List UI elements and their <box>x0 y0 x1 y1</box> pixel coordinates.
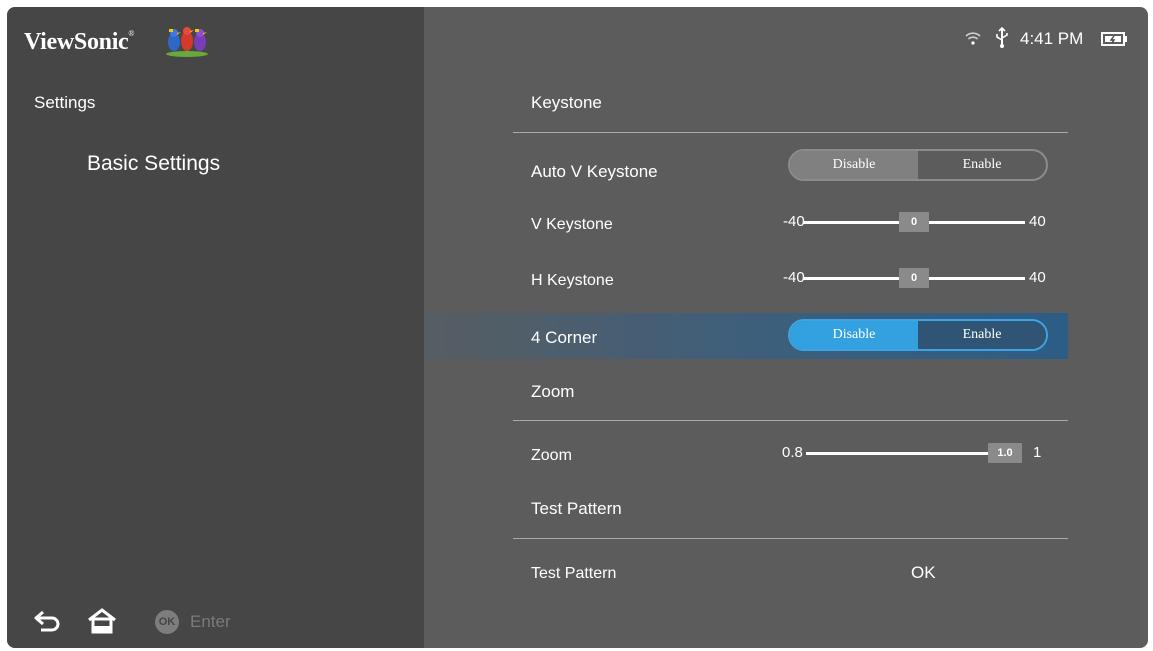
clock-time: 4:41 PM <box>1020 29 1084 48</box>
home-icon[interactable] <box>87 608 117 634</box>
section-zoom: Zoom <box>531 382 575 401</box>
auto-v-keystone-enable-option[interactable]: Enable <box>918 151 1046 179</box>
h-keystone-max-label: 40 <box>1029 269 1046 286</box>
h-keystone-min-label: -40 <box>783 269 805 286</box>
sidebar-title: Settings <box>34 93 96 112</box>
section-divider <box>513 132 1068 133</box>
birds-logo-icon <box>166 27 208 57</box>
wifi-icon <box>965 32 981 45</box>
zoom-track[interactable] <box>806 452 1006 455</box>
v-keystone-slider[interactable]: -40 0 40 <box>783 211 1053 233</box>
sidebar: ViewSonic® Settings Basic Settings OK En… <box>7 7 424 648</box>
section-divider <box>513 538 1068 539</box>
brand-name: ViewSonic <box>24 29 129 55</box>
test-pattern-label: Test Pattern <box>531 565 617 582</box>
four-corner-enable-option[interactable]: Enable <box>918 321 1046 349</box>
enter-hint-label: Enter <box>190 612 231 631</box>
zoom-min-label: 0.8 <box>782 444 803 461</box>
h-keystone-thumb[interactable]: 0 <box>899 268 929 288</box>
section-divider <box>513 420 1068 421</box>
h-keystone-slider[interactable]: -40 0 40 <box>783 267 1053 289</box>
zoom-thumb[interactable]: 1.0 <box>988 443 1022 463</box>
auto-v-keystone-disable-option[interactable]: Disable <box>790 151 918 179</box>
v-keystone-thumb[interactable]: 0 <box>899 212 929 232</box>
auto-v-keystone-label: Auto V Keystone <box>531 162 658 181</box>
v-keystone-label: V Keystone <box>531 216 613 233</box>
section-test-pattern: Test Pattern <box>531 499 622 518</box>
brand-logo: ViewSonic® <box>24 29 134 56</box>
ok-button-icon: OK <box>155 610 179 634</box>
zoom-slider[interactable]: 0.8 1.0 1 <box>782 442 1052 464</box>
status-bar: 4:41 PM <box>888 27 1148 53</box>
section-keystone: Keystone <box>531 93 602 112</box>
v-keystone-max-label: 40 <box>1029 213 1046 230</box>
four-corner-toggle[interactable]: Disable Enable <box>788 319 1048 351</box>
brand-trademark: ® <box>128 29 135 38</box>
four-corner-disable-option[interactable]: Disable <box>790 321 918 349</box>
back-arrow-icon[interactable] <box>34 609 62 633</box>
h-keystone-label: H Keystone <box>531 272 614 289</box>
battery-charging-icon <box>1101 32 1127 46</box>
four-corner-label: 4 Corner <box>531 328 598 347</box>
usb-icon <box>996 27 1008 48</box>
zoom-label: Zoom <box>531 447 572 464</box>
auto-v-keystone-toggle[interactable]: Disable Enable <box>788 149 1048 181</box>
v-keystone-min-label: -40 <box>783 213 805 230</box>
sidebar-item-basic-settings[interactable]: Basic Settings <box>87 152 220 176</box>
projector-screen: ViewSonic® Settings Basic Settings OK En… <box>7 7 1148 648</box>
zoom-max-label: 1 <box>1033 444 1042 461</box>
test-pattern-ok-button[interactable]: OK <box>911 563 936 583</box>
